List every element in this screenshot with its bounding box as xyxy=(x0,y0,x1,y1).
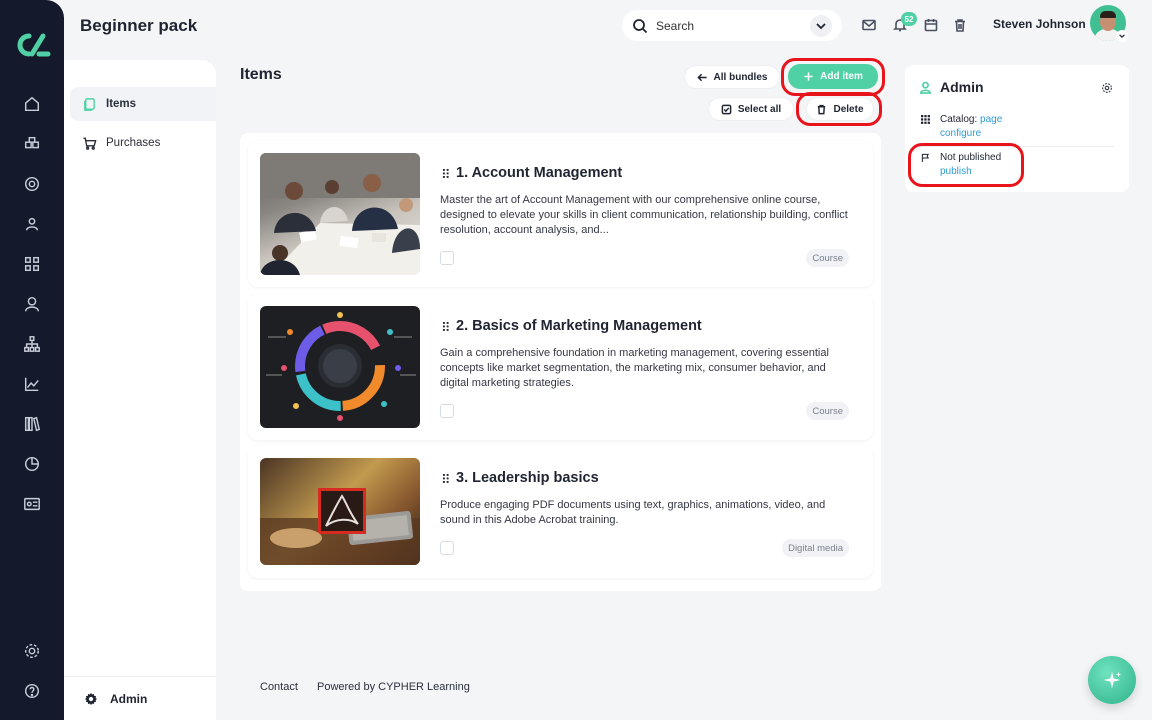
item-title[interactable]: 3. Leadership basics xyxy=(456,470,599,486)
item-type-badge: Course xyxy=(806,402,849,420)
subnav-item-items[interactable]: Items xyxy=(70,87,216,121)
add-item-button[interactable]: Add item xyxy=(788,64,878,89)
subnav-admin-label: Admin xyxy=(110,691,148,706)
notification-badge: 52 xyxy=(901,12,917,26)
chevron-down-icon[interactable] xyxy=(1116,30,1128,42)
item-checkbox[interactable] xyxy=(440,251,454,265)
admin-panel: Admin Catalog: page configure Not publis… xyxy=(905,65,1129,192)
subnav-item-label: Purchases xyxy=(106,137,161,149)
settings-icon[interactable] xyxy=(22,641,42,661)
grid-icon[interactable] xyxy=(22,254,42,274)
plus-icon xyxy=(804,72,813,81)
item-description: Gain a comprehensive foundation in marke… xyxy=(440,347,829,389)
checkbox-icon xyxy=(721,104,732,114)
analytics-icon[interactable] xyxy=(22,374,42,394)
home-icon[interactable] xyxy=(22,94,42,114)
sparkle-icon xyxy=(1103,671,1122,689)
list-item[interactable]: ⠿ 1. Account Management Master the art o… xyxy=(248,141,873,287)
library-icon[interactable] xyxy=(22,414,42,434)
target-icon[interactable] xyxy=(22,174,42,194)
id-card-icon[interactable] xyxy=(22,494,42,514)
groups-icon[interactable] xyxy=(22,214,42,234)
search-icon xyxy=(633,18,648,33)
item-title[interactable]: 1. Account Management xyxy=(456,165,622,181)
subnav-item-label: Items xyxy=(106,98,137,110)
item-type-badge: Digital media xyxy=(782,539,849,557)
configure-link[interactable]: configure xyxy=(940,128,981,139)
search-input[interactable]: Search xyxy=(656,19,810,33)
item-thumbnail[interactable] xyxy=(260,458,420,565)
search-bar[interactable]: Search xyxy=(622,10,842,41)
gear-icon[interactable] xyxy=(1101,82,1113,94)
select-all-button[interactable]: Select all xyxy=(708,97,794,121)
calendar-icon[interactable] xyxy=(922,16,940,34)
select-all-label: Select all xyxy=(737,103,782,115)
delete-button[interactable]: Delete xyxy=(806,97,874,121)
left-rail xyxy=(0,0,64,720)
grid-icon xyxy=(919,113,931,141)
admin-user-icon xyxy=(920,81,931,94)
all-bundles-label: All bundles xyxy=(713,71,768,83)
drag-handle-icon[interactable]: ⠿ xyxy=(441,472,450,488)
catalog-page-link[interactable]: page xyxy=(980,114,1002,125)
items-icon xyxy=(84,97,95,111)
trash-icon[interactable] xyxy=(951,16,969,34)
delete-label: Delete xyxy=(833,103,864,115)
publish-status-row: Not published publish xyxy=(919,151,1001,179)
page-title: Beginner pack xyxy=(80,16,198,35)
list-item[interactable]: ⠿ 3. Leadership basics Produce engaging … xyxy=(248,446,873,578)
item-description: Master the art of Account Management wit… xyxy=(440,194,848,236)
admin-panel-title: Admin xyxy=(940,79,984,95)
catalog-row: Catalog: page configure xyxy=(919,113,1002,141)
ai-assistant-button[interactable] xyxy=(1088,656,1136,704)
logo-icon[interactable] xyxy=(12,30,52,60)
secondary-sidebar: Items Purchases Admin xyxy=(64,60,216,720)
catalog-label: Catalog: xyxy=(940,114,978,125)
item-checkbox[interactable] xyxy=(440,541,454,555)
contact-link[interactable]: Contact xyxy=(260,681,298,693)
add-item-label: Add item xyxy=(820,71,863,82)
subnav-item-purchases[interactable]: Purchases xyxy=(70,126,216,160)
item-title[interactable]: 2. Basics of Marketing Management xyxy=(456,318,702,334)
subnav-admin[interactable]: Admin xyxy=(64,676,216,720)
drag-handle-icon[interactable]: ⠿ xyxy=(441,320,450,336)
chevron-down-icon[interactable] xyxy=(810,14,832,37)
powered-by-text[interactable]: Powered by CYPHER Learning xyxy=(317,681,470,693)
item-checkbox[interactable] xyxy=(440,404,454,418)
item-thumbnail[interactable] xyxy=(260,153,420,275)
item-type-badge: Course xyxy=(806,249,849,267)
item-thumbnail[interactable] xyxy=(260,306,420,428)
trash-icon xyxy=(818,104,826,114)
arrow-left-icon xyxy=(696,73,707,81)
drag-handle-icon[interactable]: ⠿ xyxy=(441,167,450,183)
mail-icon[interactable] xyxy=(860,16,878,34)
footer: Contact Powered by CYPHER Learning xyxy=(260,681,486,693)
flag-icon xyxy=(919,151,931,179)
main-title: Items xyxy=(240,66,282,83)
items-list: ⠿ 1. Account Management Master the art o… xyxy=(240,133,881,591)
user-name[interactable]: Steven Johnson xyxy=(993,17,1086,31)
publish-status: Not published xyxy=(940,152,1002,163)
courses-icon[interactable] xyxy=(22,134,42,154)
admin-panel-header: Admin xyxy=(919,79,984,95)
user-icon[interactable] xyxy=(22,294,42,314)
list-item[interactable]: ⠿ 2. Basics of Marketing Management Gain… xyxy=(248,294,873,440)
divider xyxy=(919,146,1115,147)
gear-icon xyxy=(84,692,98,705)
pie-chart-icon[interactable] xyxy=(22,454,42,474)
all-bundles-button[interactable]: All bundles xyxy=(684,65,780,89)
org-chart-icon[interactable] xyxy=(22,334,42,354)
cart-icon xyxy=(83,137,97,150)
help-icon[interactable] xyxy=(22,681,42,701)
publish-link[interactable]: publish xyxy=(940,166,972,177)
item-description: Produce engaging PDF documents using tex… xyxy=(440,499,826,526)
